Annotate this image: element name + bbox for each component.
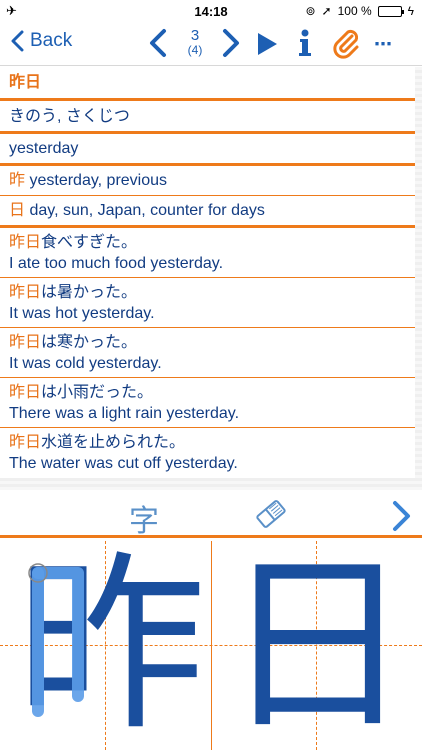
kanji-meaning: day, sun, Japan, counter for days — [29, 202, 265, 219]
entry-counter: 3 (4) — [178, 28, 212, 58]
example-japanese: 昨日食べすぎた。 — [9, 232, 406, 253]
entry-reading: きのう, さくじつ — [0, 101, 415, 134]
back-button[interactable]: Back — [10, 30, 72, 52]
kanji-char: 日 — [9, 202, 26, 219]
example-rest: は小雨だった。 — [41, 384, 154, 401]
example-word: 昨日 — [9, 334, 42, 351]
entry-content: 昨日 きのう, さくじつ yesterday 昨 yesterday, prev… — [0, 67, 422, 490]
kanji-row[interactable]: 日 day, sun, Japan, counter for days — [0, 196, 415, 228]
example-english: There was a light rain yesterday. — [9, 405, 240, 422]
status-right: ⊚ ➚ 100 % ϟ — [305, 4, 414, 18]
location-icon: ➚ — [321, 4, 332, 18]
example-english: The water was cut off yesterday. — [9, 455, 238, 472]
example-english: It was hot yesterday. — [9, 305, 155, 322]
navigation-bar: Back 3 (4) ⋯ — [0, 22, 422, 66]
writing-toolbar: 字 — [0, 490, 422, 538]
kanji-char: 昨 — [9, 172, 26, 189]
show-character-button[interactable]: 字 — [129, 496, 159, 540]
kanji-row[interactable]: 昨 yesterday, previous — [0, 166, 415, 196]
entry-total: (4) — [187, 43, 203, 57]
example-sentence[interactable]: 昨日食べすぎた。 I ate too much food yesterday. — [0, 228, 415, 278]
example-japanese: 昨日水道を止められた。 — [9, 432, 406, 453]
example-sentence[interactable]: 昨日は寒かった。 It was cold yesterday. — [0, 328, 415, 378]
info-icon[interactable] — [298, 29, 312, 57]
entry-word: 昨日 — [0, 67, 415, 101]
stroke-trace — [28, 563, 84, 717]
entry-card: 昨日 きのう, さくじつ yesterday 昨 yesterday, prev… — [0, 67, 415, 478]
example-word: 昨日 — [9, 234, 42, 251]
example-word: 昨日 — [9, 434, 42, 451]
example-sentence[interactable]: 昨日は小雨だった。 There was a light rain yesterd… — [0, 378, 415, 428]
example-japanese: 昨日は暑かった。 — [9, 282, 406, 303]
battery-percent: 100 % — [337, 4, 372, 18]
charging-icon: ϟ — [407, 4, 414, 18]
paperclip-icon[interactable] — [332, 29, 360, 59]
example-sentence[interactable]: 昨日水道を止められた。 The water was cut off yester… — [0, 428, 415, 478]
example-rest: 食べすぎた。 — [41, 234, 138, 251]
next-entry-button[interactable] — [220, 28, 242, 58]
example-japanese: 昨日は小雨だった。 — [9, 382, 406, 403]
example-sentence[interactable]: 昨日は暑かった。 It was hot yesterday. — [0, 278, 415, 328]
more-button[interactable]: ⋯ — [374, 34, 393, 55]
previous-entry-button[interactable] — [147, 28, 169, 58]
chevron-left-icon — [11, 30, 24, 52]
example-english: It was cold yesterday. — [9, 355, 162, 372]
play-icon[interactable] — [256, 32, 278, 56]
eraser-icon[interactable] — [254, 498, 288, 530]
next-kanji-button[interactable] — [390, 500, 412, 532]
example-english: I ate too much food yesterday. — [9, 255, 224, 272]
example-japanese: 昨日は寒かった。 — [9, 332, 406, 353]
entry-position: 3 — [190, 27, 200, 44]
back-label: Back — [30, 30, 73, 51]
example-rest: は暑かった。 — [41, 284, 138, 301]
kanji-meaning: yesterday, previous — [29, 172, 168, 189]
battery-icon — [377, 5, 404, 17]
cell-divider — [211, 541, 212, 750]
entry-meaning: yesterday — [0, 134, 415, 166]
stroke-kanji-2: 日 — [222, 535, 413, 750]
writing-pad[interactable]: 昨 日 — [0, 541, 422, 750]
example-rest: は寒かった。 — [41, 334, 138, 351]
example-word: 昨日 — [9, 284, 42, 301]
orientation-lock-icon: ⊚ — [305, 4, 316, 18]
example-word: 昨日 — [9, 384, 42, 401]
status-bar: ✈ 14:18 ⊚ ➚ 100 % ϟ — [0, 0, 422, 22]
example-rest: 水道を止められた。 — [41, 434, 186, 451]
